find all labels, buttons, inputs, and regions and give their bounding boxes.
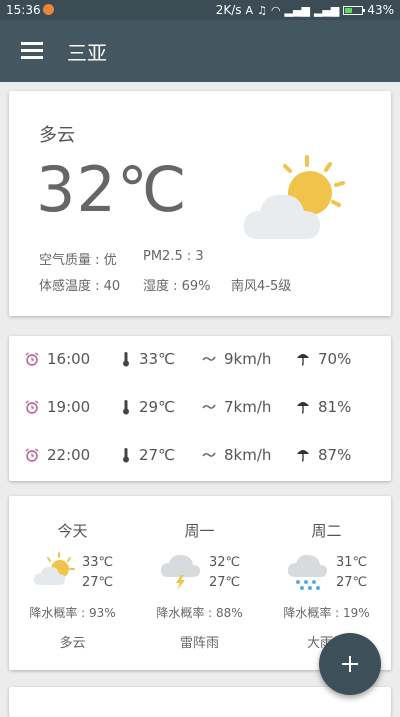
- day-condition: 多云: [59, 636, 86, 651]
- signal-icon: ▂▄▆: [284, 3, 310, 17]
- day-name: 周一: [184, 522, 215, 540]
- hourly-row: 16:00 33℃ 9km/h 70%: [9, 336, 391, 384]
- notification-icon: [43, 4, 54, 15]
- partly-cloudy-icon: [243, 155, 345, 239]
- hourly-time: 22:00: [47, 446, 91, 464]
- thermometer-icon: [123, 352, 129, 367]
- pm25: PM2.5 : 3: [143, 249, 204, 264]
- network-speed: 2K/s: [215, 3, 242, 17]
- wifi-icon: ◠: [270, 3, 281, 17]
- hourly-rain: 87%: [318, 446, 352, 464]
- status-time: 15:36: [6, 3, 41, 17]
- battery-icon: [343, 5, 366, 15]
- feels-like: 体感温度 : 40: [39, 279, 121, 294]
- day-rain-probability: 降水概率 : 88%: [156, 606, 243, 620]
- hourly-temp: 33℃: [139, 350, 175, 368]
- menu-icon[interactable]: [21, 42, 43, 60]
- hourly-wind: 7km/h: [224, 398, 272, 416]
- current-condition: 多云: [39, 125, 75, 146]
- battery-percent: 43%: [367, 3, 394, 17]
- daily-forecast-item[interactable]: 周一 32℃ 27℃ 降水概率 : 88% 雷阵雨: [136, 496, 263, 670]
- a-icon: A: [245, 3, 254, 17]
- alarm-clock-icon: [25, 448, 39, 462]
- thunderstorm-icon: [160, 554, 200, 590]
- thermometer-icon: [123, 448, 129, 463]
- next-card: [9, 687, 391, 717]
- signal-icon: ▂▄▆: [313, 3, 340, 17]
- hourly-time: 19:00: [47, 398, 91, 416]
- hourly-row: 19:00 29℃ 7km/h 81%: [9, 384, 391, 432]
- vibrate-icon: ♫: [257, 3, 267, 17]
- wind-icon: [202, 404, 216, 409]
- hourly-wind: 9km/h: [224, 350, 272, 368]
- city-title: 三亚: [67, 41, 107, 65]
- day-low-temp: 27℃: [336, 575, 368, 590]
- day-low-temp: 27℃: [82, 575, 114, 590]
- hourly-row: 22:00 27℃ 8km/h 87%: [9, 432, 391, 480]
- day-name: 今天: [57, 522, 88, 540]
- humidity: 湿度 : 69%: [143, 279, 211, 294]
- status-icons: 2K/s A ♫ ◠ ▂▄▆ ▂▄▆ 43%: [216, 3, 394, 17]
- rain-icon: [287, 554, 327, 590]
- alarm-clock-icon: [25, 352, 39, 366]
- hourly-rain: 81%: [318, 398, 352, 416]
- day-name: 周二: [311, 522, 342, 540]
- day-high-temp: 31℃: [336, 555, 368, 570]
- wind: 南风4-5级: [231, 279, 292, 294]
- alarm-clock-icon: [25, 400, 39, 414]
- hourly-temp: 29℃: [139, 398, 175, 416]
- current-weather-card: 多云 32℃ 空气质量 : 优 PM2.5 : 3 体感温度 : 40 湿度 :…: [9, 91, 391, 316]
- hourly-time: 16:00: [47, 350, 91, 368]
- day-rain-probability: 降水概率 : 93%: [29, 606, 116, 620]
- umbrella-icon: [297, 450, 309, 462]
- hourly-temp: 27℃: [139, 446, 175, 464]
- daily-forecast-item[interactable]: 今天 33℃ 27℃ 降水概率 : 93% 多云: [9, 496, 136, 670]
- current-temperature: 32℃: [36, 153, 188, 226]
- day-condition: 雷阵雨: [179, 636, 219, 651]
- partly-cloudy-icon: [33, 552, 75, 585]
- day-low-temp: 27℃: [209, 575, 241, 590]
- thermometer-icon: [123, 400, 129, 415]
- hourly-forecast-card: 16:00 33℃ 9km/h 70% 19:00 29℃ 7km/h 81% …: [9, 336, 391, 481]
- day-high-temp: 32℃: [209, 555, 241, 570]
- hourly-rain: 70%: [318, 350, 352, 368]
- umbrella-icon: [297, 402, 309, 414]
- wind-icon: [202, 356, 216, 361]
- app-bar: 三亚: [0, 20, 400, 82]
- status-bar: 15:36 2K/s A ♫ ◠ ▂▄▆ ▂▄▆ 43%: [0, 0, 400, 20]
- wind-icon: [202, 452, 216, 457]
- add-city-button[interactable]: [319, 633, 381, 695]
- umbrella-icon: [297, 354, 309, 366]
- day-high-temp: 33℃: [82, 555, 114, 570]
- day-rain-probability: 降水概率 : 19%: [283, 606, 370, 620]
- hourly-wind: 8km/h: [224, 446, 272, 464]
- air-quality: 空气质量 : 优: [39, 253, 117, 268]
